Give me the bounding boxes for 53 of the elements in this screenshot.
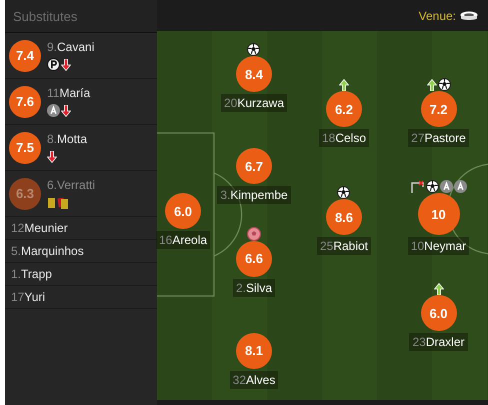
player-name: 9.Cavani [47,40,94,54]
rating-badge: 7.4 [9,40,41,72]
arrow-down-icon [47,150,57,162]
player-name: 17Yuri [11,290,46,304]
player-name: 5.Marquinhos [11,244,84,258]
player-name: 2.Silva [232,278,276,297]
player-name: 1.Trapp [11,267,52,281]
player-name: 16Areola [156,231,210,249]
rating-badge: 7.2 [420,91,456,127]
assist-icon [47,104,60,117]
assist-icon [454,180,466,193]
venue-label: Venue: [418,8,456,22]
card-icon [57,196,69,208]
player-name: 25Rabiot [316,237,372,255]
rating-badge: 6.0 [420,295,456,331]
rating-badge: 7.5 [9,132,41,164]
rating-badge: 6.6 [236,240,272,277]
arrow-up-icon [338,78,349,90]
football-icon [247,43,260,56]
player-name: 6.Verratti [47,178,96,192]
football-icon [438,78,450,91]
player-name: 8.Motta [47,132,88,146]
penalty-icon [47,58,60,71]
player-name: 32Alves [230,370,278,389]
rating-badge: 8.4 [236,56,272,92]
football-icon [337,186,350,199]
rating-badge: 6.3 [9,178,41,210]
rating-badge: 6.0 [165,193,201,229]
rating-badge: 7.6 [9,86,41,118]
rating-badge: 10 [418,193,460,235]
player-name: 27Pastore [408,129,469,147]
stadium-icon [460,10,478,20]
arrow-down-icon [61,58,71,70]
booking-card-icon [47,196,56,208]
player-name: 10Neymar [408,237,470,255]
player-name: 12Meunier [11,221,68,235]
arrow-up-icon [434,282,444,294]
arrow-down-icon [61,104,71,116]
panel-title: Substitutes [5,0,157,33]
rating-badge: 6.7 [236,148,272,184]
assist-icon [440,180,452,193]
player-name: 20Kurzawa [220,94,288,112]
goalpost-icon [410,180,424,193]
football-icon [247,227,261,242]
rating-badge: 8.6 [326,199,362,235]
player-name: 11María [47,86,90,100]
player-name: 23Draxler [409,333,468,351]
rating-badge: 6.2 [326,91,362,127]
arrow-up-icon [426,78,436,90]
player-name: 3.Kimpembe [217,186,291,204]
football-icon [426,180,438,193]
rating-badge: 8.1 [236,332,272,369]
player-name: 18Celso [318,129,370,147]
